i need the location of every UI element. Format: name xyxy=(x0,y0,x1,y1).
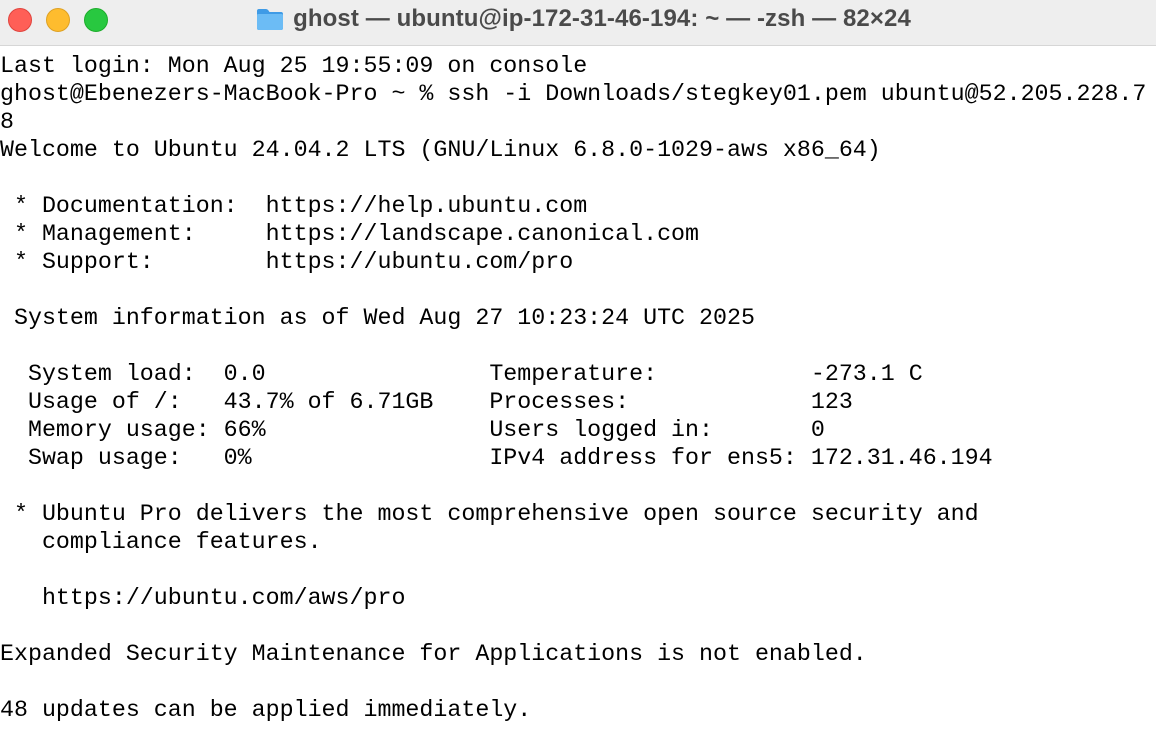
terminal-line: Welcome to Ubuntu 24.04.2 LTS (GNU/Linux… xyxy=(0,137,881,163)
terminal-line: Memory usage: 66% Users logged in: 0 xyxy=(0,417,825,443)
title-bar[interactable]: ghost — ubuntu@ip-172-31-46-194: ~ — -zs… xyxy=(0,0,1156,46)
terminal-line: Swap usage: 0% IPv4 address for ens5: 17… xyxy=(0,445,993,471)
terminal-line: System information as of Wed Aug 27 10:2… xyxy=(0,305,755,331)
terminal-line: 48 updates can be applied immediately. xyxy=(0,697,532,723)
terminal-line: Last login: Mon Aug 25 19:55:09 on conso… xyxy=(0,53,588,79)
terminal-line: 8 xyxy=(0,109,14,135)
terminal-line: System load: 0.0 Temperature: -273.1 C xyxy=(0,361,923,387)
terminal-line: * Management: https://landscape.canonica… xyxy=(0,221,700,247)
window-title-area: ghost — ubuntu@ip-172-31-46-194: ~ — -zs… xyxy=(0,0,1156,38)
window-title: ghost — ubuntu@ip-172-31-46-194: ~ — -zs… xyxy=(293,5,911,32)
terminal-line: * Support: https://ubuntu.com/pro xyxy=(0,249,574,275)
terminal-line: * Ubuntu Pro delivers the most comprehen… xyxy=(0,501,979,527)
terminal-window: ghost — ubuntu@ip-172-31-46-194: ~ — -zs… xyxy=(0,0,1156,732)
terminal-line: Usage of /: 43.7% of 6.71GB Processes: 1… xyxy=(0,389,853,415)
folder-icon xyxy=(257,9,284,30)
terminal-line: * Documentation: https://help.ubuntu.com xyxy=(0,193,588,219)
terminal-line: compliance features. xyxy=(0,529,322,555)
terminal-line: ghost@Ebenezers-MacBook-Pro ~ % ssh -i D… xyxy=(0,81,1147,107)
terminal-line: Expanded Security Maintenance for Applic… xyxy=(0,641,867,667)
scrollbar-track[interactable] xyxy=(1150,46,1156,732)
terminal-line: https://ubuntu.com/aws/pro xyxy=(0,585,406,611)
terminal-output[interactable]: Last login: Mon Aug 25 19:55:09 on conso… xyxy=(0,52,1150,732)
